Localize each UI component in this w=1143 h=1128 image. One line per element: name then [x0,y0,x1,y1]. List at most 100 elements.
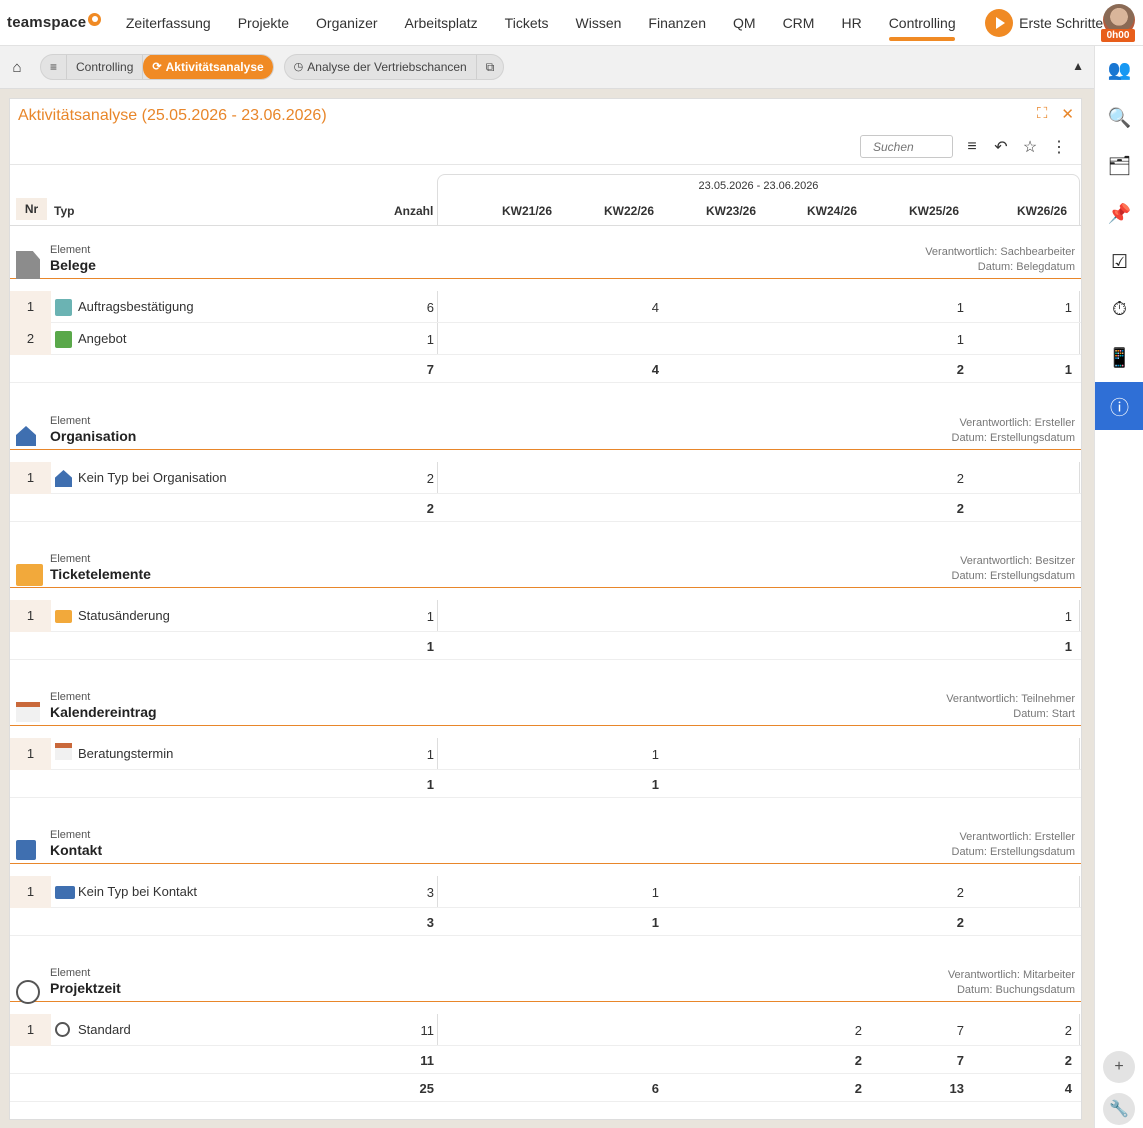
col-week[interactable]: KW25/26 [909,204,959,218]
grand-total-row: 25 6 2 13 4 [10,1074,1081,1102]
people-icon[interactable]: 👥 [1095,46,1143,94]
search-icon[interactable]: 🔍 [1095,94,1143,142]
crumb-aktivitaetsanalyse[interactable]: ⟳ Aktivitätsanalyse [143,55,273,79]
section-meta: Verantwortlich: Besitzer Datum: Erstellun… [952,554,1076,584]
ticket-icon [16,564,43,586]
responsible-label: Verantwortlich: Mitarbeiter [947,969,1075,981]
tab-vertriebschancen-label[interactable]: ◷ Analyse der Vertriebschancen [285,55,477,79]
nav-qm[interactable]: QM [720,0,770,46]
pin-icon[interactable]: 📌 [1095,190,1143,238]
row-nr: 1 [10,738,51,770]
nav-controlling[interactable]: Controlling [875,0,969,46]
wrench-icon[interactable]: 🔧 [1103,1093,1135,1125]
total-count: 25 [419,1081,434,1096]
section-label: Element [50,967,91,979]
maximize-icon[interactable]: ⛶ [1037,105,1048,123]
undo-icon[interactable]: ↶ [991,137,1011,157]
col-nr[interactable]: Nr [16,198,47,220]
search-input[interactable] [860,135,953,158]
mobile-icon[interactable]: 📱 [1095,334,1143,382]
time-badge: 0h00 [1101,29,1135,42]
menu-icon[interactable]: ≡ [41,55,68,79]
section-header: Element Projektzeit Verantwortlich: Mita… [10,958,1081,1004]
info-icon[interactable]: ⓘ [1095,382,1143,430]
section-meta: Verantwortlich: Teilnehmer Datum: Start [946,692,1075,722]
row-nr: 1 [10,462,51,494]
collapse-up-icon[interactable]: ▲ [1072,59,1084,73]
inbox-icon[interactable]: 🗂 [1095,142,1143,190]
panel-title: Aktivitätsanalyse (25.05.2026 - 23.06.20… [18,107,327,124]
close-icon[interactable]: ✕ [1061,105,1074,123]
section-header: Element Kalendereintrag Verantwortlich: … [10,682,1081,726]
stopwatch-icon [55,1022,70,1037]
section-label: Element [50,829,91,841]
organisation-icon [16,426,36,446]
teamspace-logo[interactable]: teamspace [7,13,102,31]
nav-tickets[interactable]: Tickets [491,0,562,46]
date-label: Datum: Erstellungsdatum [951,846,1076,858]
nav-crm[interactable]: CRM [769,0,828,46]
home-icon[interactable]: ⌂ [0,59,34,76]
date-label: Datum: Belegdatum [977,261,1075,273]
sum-count: 7 [426,362,434,377]
logo-icon [88,13,102,26]
nav-finanzen[interactable]: Finanzen [635,0,720,46]
row-count: 6 [426,300,434,315]
table-row[interactable]: 2 Angebot 1 1 [10,323,1081,355]
week-value: 1 [956,332,964,347]
table-row[interactable]: 1 Statusänderung 1 1 [10,600,1081,632]
first-steps-label: Erste Schritte [1019,14,1104,31]
row-count: 11 [420,1023,435,1038]
filter-icon[interactable]: ≡ [962,138,982,156]
panel-toolbar: ≡ ↶ ☆ ⋮ [860,135,1069,158]
add-icon[interactable]: + [1103,1051,1135,1083]
col-anzahl[interactable]: Anzahl [394,204,433,218]
more-icon[interactable]: ⋮ [1049,137,1069,157]
nav-zeiterfassung[interactable]: Zeiterfassung [112,0,224,46]
contact-icon [55,886,75,899]
star-icon[interactable]: ☆ [1020,137,1040,157]
section-label: Element [50,553,91,565]
nav-projekte[interactable]: Projekte [224,0,302,46]
crumb-controlling[interactable]: Controlling [67,55,144,79]
col-week[interactable]: KW22/26 [604,204,654,218]
section-kalendereintrag: Element Kalendereintrag Verantwortlich: … [10,682,1081,798]
nav-wissen[interactable]: Wissen [562,0,635,46]
col-week[interactable]: KW26/26 [1017,204,1067,218]
calendar-icon [55,743,72,760]
table-row[interactable]: 1 Beratungstermin 1 1 [10,738,1081,770]
crumb-label: Aktivitätsanalyse [165,60,264,74]
total-week: 13 [949,1081,964,1096]
tab-vertriebschancen[interactable]: ◷ Analyse der Vertriebschancen ⧉ [283,54,505,80]
open-external-icon[interactable]: ⧉ [477,55,504,79]
col-week[interactable]: KW23/26 [706,204,756,218]
sum-row: 1 1 [10,770,1081,798]
nav-hr[interactable]: HR [828,0,875,46]
stopwatch-icon[interactable]: ⏱ [1095,286,1143,334]
row-type: Beratungstermin [78,746,174,761]
sum-count: 2 [426,501,434,516]
date-label: Datum: Erstellungsdatum [951,570,1076,582]
table-row[interactable]: 1 Standard 11 2 7 2 [10,1014,1081,1046]
col-week[interactable]: KW21/26 [502,204,552,218]
col-week[interactable]: KW24/26 [807,204,857,218]
table-row[interactable]: 1 Kein Typ bei Organisation 2 2 [10,462,1081,494]
tasks-icon[interactable]: ☑ [1095,238,1143,286]
play-icon [985,8,1014,37]
sum-count: 1 [426,777,434,792]
week-value: 2 [1064,1023,1072,1038]
section-meta: Verantwortlich: Mitarbeiter Datum: Buchun… [948,968,1075,998]
col-typ[interactable]: Typ [54,204,74,218]
row-type: Kein Typ bei Organisation [78,470,227,485]
week-value: 2 [956,471,964,486]
responsible-label: Verantwortlich: Besitzer [960,555,1075,567]
table-row[interactable]: 1 Auftragsbestätigung 6 4 1 1 [10,291,1081,323]
nav-organizer[interactable]: Organizer [303,0,391,46]
table-row[interactable]: 1 Kein Typ bei Kontakt 3 1 2 [10,876,1081,908]
organisation-icon [55,470,72,487]
section-ticketelemente: Element Ticketelemente Verantwortlich: B… [10,544,1081,660]
nav-arbeitsplatz[interactable]: Arbeitsplatz [391,0,491,46]
sum-week: 2 [956,362,964,377]
first-steps-button[interactable]: Erste Schritte [985,8,1104,37]
stopwatch-icon [16,980,40,1004]
